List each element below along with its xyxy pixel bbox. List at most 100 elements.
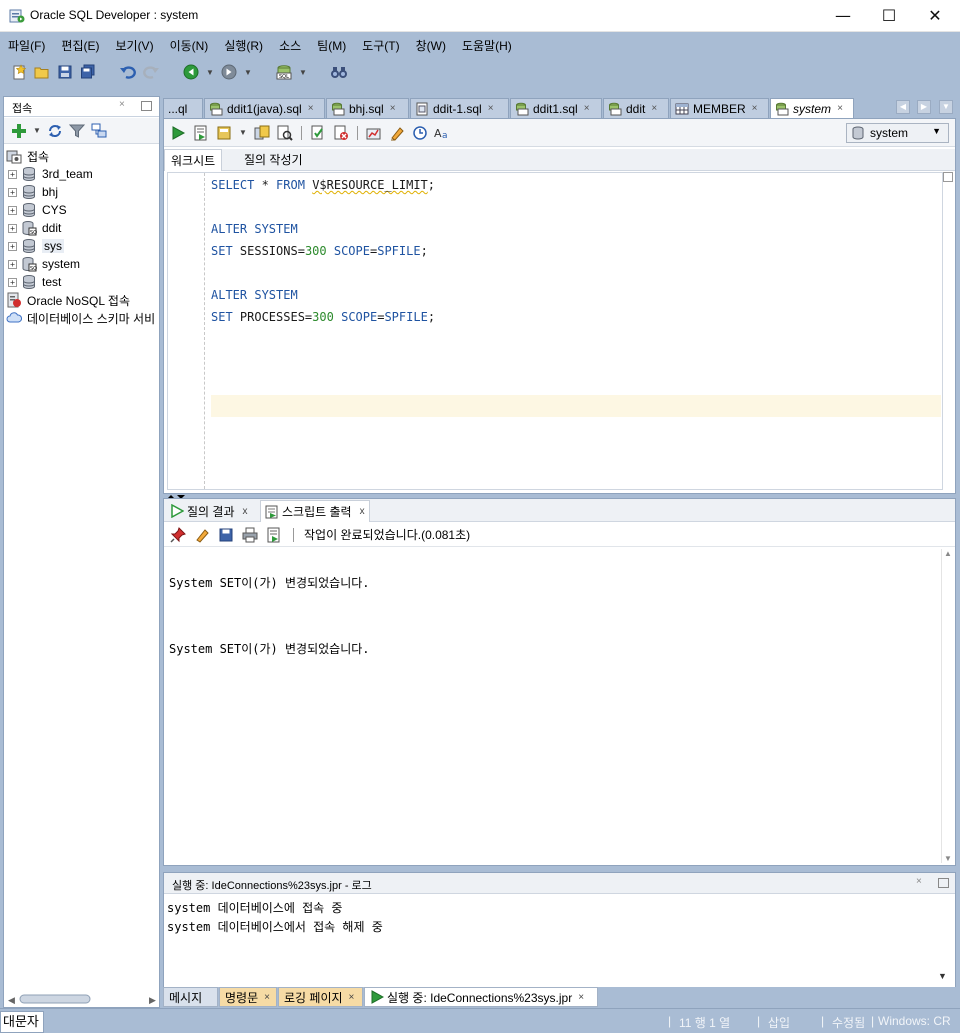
editor-vertical-scrollbar[interactable] xyxy=(941,172,953,490)
log-scroll-down-icon[interactable]: ▼ xyxy=(938,971,947,981)
run-statement-icon[interactable] xyxy=(169,124,187,142)
filter-icon[interactable] xyxy=(68,122,86,140)
expand-icon[interactable]: + xyxy=(8,187,17,197)
tree-root-connections[interactable]: 접속 xyxy=(4,147,159,165)
clear-output-icon[interactable] xyxy=(193,526,211,544)
forward-icon[interactable] xyxy=(220,63,238,81)
expand-icon[interactable]: + xyxy=(8,241,17,251)
new-file-icon[interactable] xyxy=(10,63,28,81)
editor-tab-ddit[interactable]: ddit × xyxy=(603,98,669,118)
expand-icon[interactable]: + xyxy=(8,259,17,269)
menu-window[interactable]: 창(W) xyxy=(408,35,454,57)
print-icon[interactable] xyxy=(241,526,259,544)
tab-query-result[interactable]: 질의 결과 x xyxy=(166,500,252,522)
tab-close-icon[interactable]: × xyxy=(308,103,314,114)
editor-tab-ddit-1[interactable]: ddit-1.sql × xyxy=(410,98,509,118)
editor-tab-ddit1[interactable]: ddit1.sql × xyxy=(510,98,602,118)
tab-worksheet[interactable]: 워크시트 xyxy=(164,149,223,171)
tab-close-icon[interactable]: × xyxy=(752,103,758,114)
scroll-down-icon[interactable]: ▼ xyxy=(944,854,952,863)
add-connection-dropdown-icon[interactable]: ▼ xyxy=(32,126,42,135)
tab-close-icon[interactable]: × xyxy=(488,103,494,114)
tree-item-3rd-team[interactable]: + 3rd_team xyxy=(4,165,159,183)
log-close-icon[interactable]: × xyxy=(916,876,922,887)
connections-tab[interactable]: 접속 xyxy=(12,100,32,116)
pin-icon[interactable] xyxy=(169,526,187,544)
menu-navigate[interactable]: 이동(N) xyxy=(162,35,217,57)
menu-edit[interactable]: 편집(E) xyxy=(53,35,107,57)
close-button[interactable]: ✕ xyxy=(912,0,958,31)
results-vertical-scrollbar[interactable]: ▲ ▼ xyxy=(941,549,953,863)
tree-item-test[interactable]: + test xyxy=(4,273,159,291)
tab-close-icon[interactable]: × xyxy=(390,103,396,114)
editor-tab-ddit1-java[interactable]: ddit1(java).sql × xyxy=(204,98,325,118)
tab-close-icon[interactable]: × xyxy=(837,103,843,114)
tab-close-icon[interactable]: × xyxy=(651,103,657,114)
refresh-icon[interactable] xyxy=(46,122,64,140)
tree-root-schema-service[interactable]: 데이터베이스 스키마 서비 xyxy=(4,309,159,327)
commit-icon[interactable] xyxy=(215,124,233,142)
expand-icon[interactable]: + xyxy=(8,277,17,287)
cancel-execution-icon[interactable] xyxy=(332,124,350,142)
open-folder-icon[interactable] xyxy=(33,63,51,81)
log-minimize-icon[interactable] xyxy=(938,878,949,888)
tab-close-icon[interactable]: × xyxy=(264,992,270,1003)
undo-icon[interactable] xyxy=(119,63,137,81)
tree-item-system[interactable]: + SQL system xyxy=(4,255,159,273)
connection-select[interactable]: system ▼ xyxy=(846,123,949,143)
tab-running-log[interactable]: 실행 중: IdeConnections%23sys.jpr × xyxy=(364,987,598,1007)
tab-close-icon[interactable]: x xyxy=(360,506,365,517)
connections-horizontal-scrollbar[interactable]: ◀ ▶ xyxy=(8,993,158,1006)
save-all-icon[interactable] xyxy=(79,63,97,81)
schema-browser-icon[interactable] xyxy=(90,122,108,140)
to-upper-lower-icon[interactable]: Aa xyxy=(434,124,452,142)
editor-tab-system[interactable]: system × xyxy=(770,98,854,118)
tree-item-cys[interactable]: + CYS xyxy=(4,201,159,219)
menu-source[interactable]: 소스 xyxy=(271,35,309,57)
tree-item-bhj[interactable]: + bhj xyxy=(4,183,159,201)
tab-query-builder[interactable]: 질의 작성기 xyxy=(238,149,309,171)
tab-close-icon[interactable]: x xyxy=(243,506,248,517)
menu-tools[interactable]: 도구(T) xyxy=(354,35,407,57)
save-icon[interactable] xyxy=(56,63,74,81)
tab-list-icon[interactable]: ▼ xyxy=(939,100,953,114)
tree-root-nosql[interactable]: Oracle NoSQL 접속 xyxy=(4,291,159,309)
back-dropdown-icon[interactable]: ▼ xyxy=(205,68,215,77)
tab-script-output[interactable]: 스크립트 출력 x xyxy=(260,500,370,522)
clear-icon[interactable] xyxy=(388,124,406,142)
sql-worksheet-icon[interactable]: SQL xyxy=(275,63,293,81)
tab-logging-page[interactable]: 로깅 페이지 × xyxy=(278,987,363,1007)
rollback-icon[interactable] xyxy=(253,124,271,142)
sql-code-editor[interactable]: SELECT * FROM V$RESOURCE_LIMIT; ALTER SY… xyxy=(167,172,943,490)
menu-run[interactable]: 실행(R) xyxy=(216,35,271,57)
autotrace-icon[interactable] xyxy=(309,124,327,142)
commit-dropdown-icon[interactable]: ▼ xyxy=(238,128,248,137)
minimize-button[interactable]: — xyxy=(820,0,866,31)
tab-scroll-right-icon[interactable]: ▶ xyxy=(917,100,931,114)
maximize-button[interactable]: ☐ xyxy=(866,0,912,31)
editor-tab-overflow[interactable]: ...ql xyxy=(163,98,203,118)
tab-scroll-left-icon[interactable]: ◀ xyxy=(896,100,910,114)
expand-icon[interactable]: + xyxy=(8,169,17,179)
panel-splitter[interactable] xyxy=(163,490,960,499)
tab-messages[interactable]: 메시지 xyxy=(163,987,218,1007)
connections-close-icon[interactable]: × xyxy=(119,99,125,110)
scroll-up-icon[interactable]: ▲ xyxy=(944,549,952,558)
menu-view[interactable]: 보기(V) xyxy=(107,35,161,57)
tab-close-icon[interactable]: × xyxy=(349,992,355,1003)
binoculars-icon[interactable] xyxy=(330,63,348,81)
explain-plan-icon[interactable] xyxy=(276,124,294,142)
editor-tab-bhj[interactable]: bhj.sql × xyxy=(326,98,409,118)
sql-tuning-icon[interactable] xyxy=(365,124,383,142)
tab-close-icon[interactable]: × xyxy=(584,103,590,114)
expand-icon[interactable]: + xyxy=(8,205,17,215)
menu-file[interactable]: 파일(F) xyxy=(0,35,53,57)
add-connection-icon[interactable] xyxy=(10,122,28,140)
tab-statements[interactable]: 명령문 × xyxy=(219,987,277,1007)
save-output-icon[interactable] xyxy=(217,526,235,544)
forward-dropdown-icon[interactable]: ▼ xyxy=(243,68,253,77)
run-script-output-icon[interactable] xyxy=(265,526,283,544)
tab-close-icon[interactable]: × xyxy=(578,992,584,1003)
run-script-icon[interactable] xyxy=(192,124,210,142)
expand-icon[interactable]: + xyxy=(8,223,17,233)
